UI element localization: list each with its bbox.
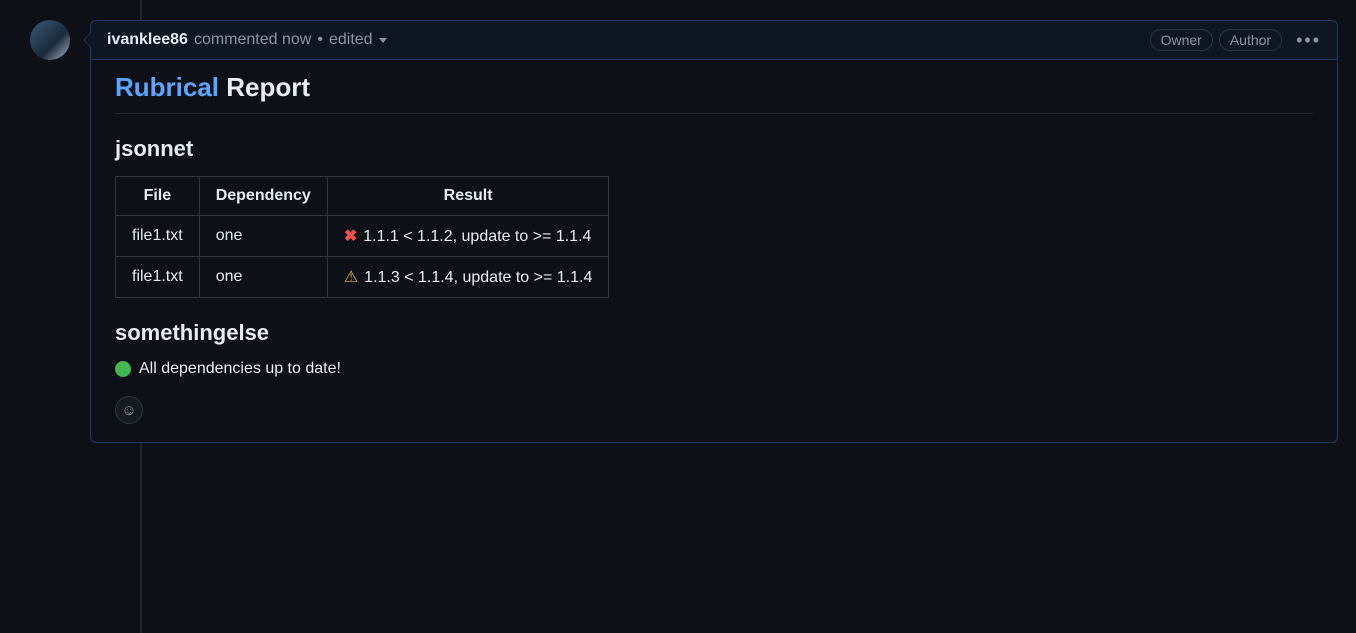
section-somethingelse-title: somethingelse (115, 320, 1313, 346)
table-header-row: File Dependency Result (116, 177, 609, 216)
x-icon: ✖ (344, 228, 357, 245)
comment-action: commented (194, 31, 278, 49)
dot-separator: • (317, 31, 323, 49)
comment-arrow (83, 32, 91, 48)
comment-body: Rubrical Report jsonnet File Dependency … (91, 60, 1337, 442)
cell-file: file1.txt (116, 257, 200, 298)
chevron-down-icon[interactable] (379, 38, 387, 43)
comment-timestamp[interactable]: now (282, 31, 311, 49)
edited-label[interactable]: edited (329, 31, 373, 49)
kebab-menu-icon[interactable]: ••• (1296, 30, 1321, 51)
avatar[interactable] (30, 20, 70, 60)
col-result: Result (327, 177, 609, 216)
report-title-rest: Report (226, 72, 310, 102)
comment-box: ivanklee86 commented now • edited Owner … (90, 20, 1338, 443)
dependency-table: File Dependency Result file1.txt one ✖ 1.… (115, 176, 609, 298)
owner-badge: Owner (1150, 29, 1213, 51)
cell-dependency: one (199, 216, 327, 257)
cell-result: ✖ 1.1.1 < 1.1.2, update to >= 1.1.4 (327, 216, 609, 257)
comment-header: ivanklee86 commented now • edited Owner … (91, 21, 1337, 60)
author-badge: Author (1219, 29, 1282, 51)
comment-container: ivanklee86 commented now • edited Owner … (0, 0, 1356, 443)
result-text: 1.1.1 < 1.1.2, update to >= 1.1.4 (363, 228, 591, 245)
cell-file: file1.txt (116, 216, 200, 257)
status-ok-text: All dependencies up to date! (139, 360, 341, 377)
green-circle-icon (115, 361, 131, 377)
result-text: 1.1.3 < 1.1.4, update to >= 1.1.4 (364, 269, 592, 286)
cell-result: ⚠ 1.1.3 < 1.1.4, update to >= 1.1.4 (327, 257, 609, 298)
col-file: File (116, 177, 200, 216)
rubrical-link[interactable]: Rubrical (115, 72, 219, 102)
col-dependency: Dependency (199, 177, 327, 216)
report-title: Rubrical Report (115, 72, 1313, 114)
add-reaction-button[interactable]: ☺ (115, 396, 143, 424)
cell-dependency: one (199, 257, 327, 298)
comment-author-link[interactable]: ivanklee86 (107, 31, 188, 49)
status-ok-line: All dependencies up to date! (115, 360, 1313, 378)
table-row: file1.txt one ✖ 1.1.1 < 1.1.2, update to … (116, 216, 609, 257)
section-jsonnet-title: jsonnet (115, 136, 1313, 162)
table-row: file1.txt one ⚠ 1.1.3 < 1.1.4, update to … (116, 257, 609, 298)
smiley-icon: ☺ (121, 402, 136, 419)
warning-icon: ⚠ (344, 269, 358, 286)
